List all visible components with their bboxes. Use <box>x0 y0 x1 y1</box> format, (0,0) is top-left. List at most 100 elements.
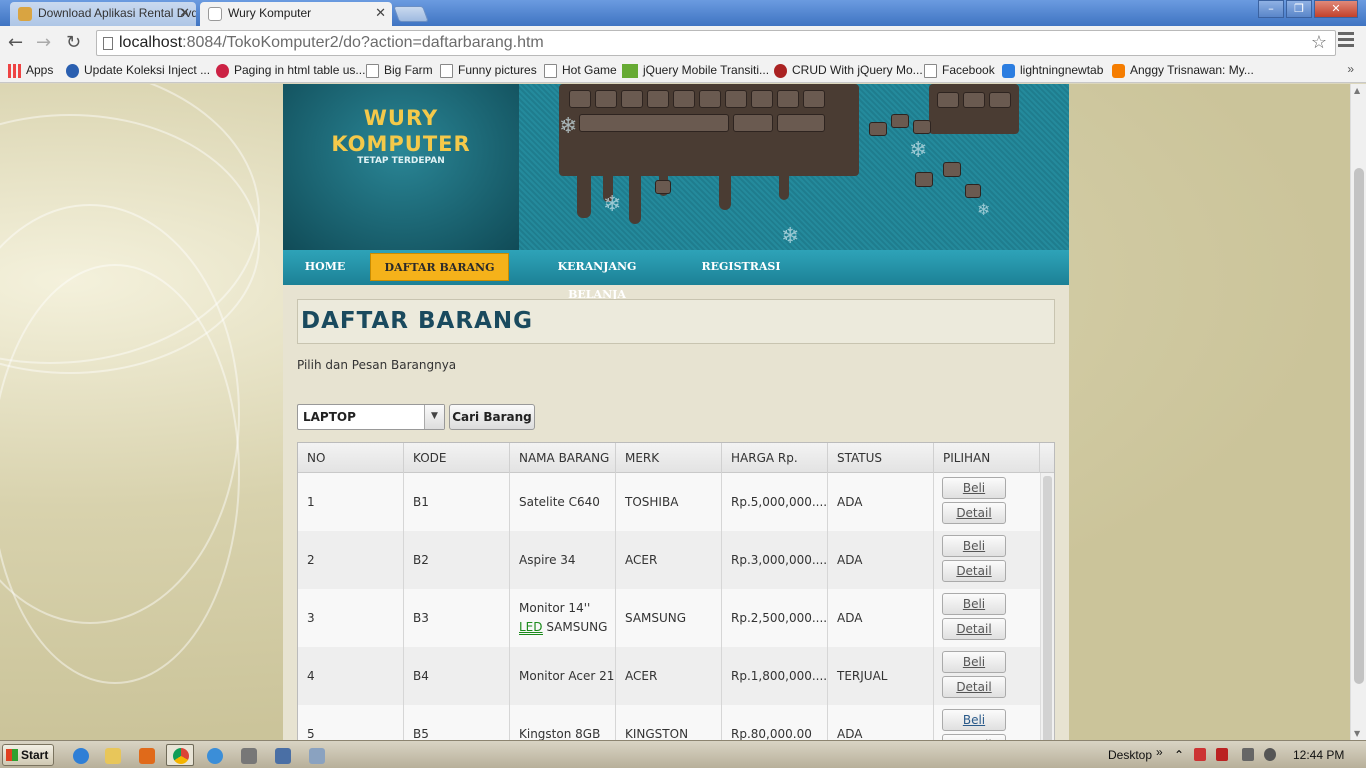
close-icon[interactable]: ✕ <box>179 5 190 21</box>
cell-status: ADA <box>828 473 934 531</box>
more-bookmarks-icon[interactable]: » <box>1347 62 1354 76</box>
chrome-taskbar-icon[interactable] <box>166 744 194 766</box>
nav-keranjang-belanja[interactable]: KERANJANG BELANJA <box>527 253 667 301</box>
column-header-no[interactable]: NO <box>298 443 404 473</box>
nav-registrasi[interactable]: REGISTRASI <box>695 253 787 281</box>
column-header-kode[interactable]: KODE <box>404 443 510 473</box>
column-header-harga[interactable]: HARGA Rp. <box>722 443 828 473</box>
reload-icon[interactable]: ↻ <box>66 32 81 53</box>
column-header-nama-barang[interactable]: NAMA BARANG <box>510 443 616 473</box>
volume-icon[interactable] <box>1264 748 1276 761</box>
buy-button[interactable]: Beli <box>942 593 1006 615</box>
page-scrollbar-thumb[interactable] <box>1354 168 1364 684</box>
close-icon[interactable]: ✕ <box>375 5 386 21</box>
media-player-icon[interactable] <box>132 744 160 766</box>
bookmark-facebook[interactable]: Facebook <box>924 63 995 78</box>
bookmark-funny-pictures[interactable]: Funny pictures <box>440 63 537 78</box>
nav-home[interactable]: HOME <box>297 253 353 281</box>
category-select[interactable]: LAPTOP ▼ <box>297 404 445 430</box>
chrome-menu-icon[interactable] <box>1338 32 1354 50</box>
bookmark-crud-jquery[interactable]: CRUD With jQuery Mo... <box>774 63 923 78</box>
nav-daftar-barang[interactable]: DAFTAR BARANG <box>370 253 509 281</box>
site-icon <box>216 64 229 78</box>
key-graphic <box>655 180 671 194</box>
back-arrow-icon[interactable]: ← <box>8 32 23 53</box>
buy-button[interactable]: Beli <box>942 651 1006 673</box>
cell-nama-line1: Monitor 14'' <box>519 601 591 615</box>
cell-status: ADA <box>828 531 934 589</box>
table-row: 4 B4 Monitor Acer 21 ACER Rp.1,800,000..… <box>298 647 1040 705</box>
page-subtitle: Pilih dan Pesan Barangnya <box>297 358 457 372</box>
app-taskbar-icon[interactable] <box>234 744 262 766</box>
start-button[interactable]: Start <box>2 744 54 766</box>
app-taskbar-icon[interactable] <box>302 744 330 766</box>
bookmark-label: jQuery Mobile Transiti... <box>643 63 770 77</box>
bookmark-label: lightningnewtab <box>1020 63 1104 77</box>
table-scrollbar-thumb[interactable] <box>1043 476 1052 740</box>
led-link[interactable]: LED <box>519 620 543 635</box>
chevron-down-icon[interactable]: ▼ <box>424 405 444 429</box>
cell-nama-barang: Satelite C640 <box>510 473 616 531</box>
page-scrollbar[interactable]: ▲ ▼ <box>1350 84 1366 740</box>
detail-button[interactable]: Detail <box>942 618 1006 640</box>
key-graphic <box>725 90 747 108</box>
browser-toolbar: ← → ↻ localhost:8084/TokoKomputer2/do?ac… <box>0 26 1366 60</box>
start-label: Start <box>21 748 49 762</box>
tray-app-icon[interactable] <box>1242 748 1254 761</box>
restore-icon[interactable]: ❐ <box>1286 0 1312 18</box>
category-select-value: LAPTOP <box>303 410 356 424</box>
cell-status: ADA <box>828 589 934 647</box>
new-tab-button[interactable] <box>393 6 429 22</box>
column-header-status[interactable]: STATUS <box>828 443 934 473</box>
expand-toolbar-icon[interactable]: » <box>1156 745 1163 759</box>
app-taskbar-icon[interactable] <box>268 744 296 766</box>
tray-app-icon[interactable] <box>1216 748 1228 761</box>
tab-download-aplikasi[interactable]: Download Aplikasi Rental Dvd ✕ <box>10 2 196 26</box>
key-graphic <box>869 122 887 136</box>
scroll-down-icon[interactable]: ▼ <box>1354 729 1360 738</box>
tray-app-icon[interactable] <box>1194 748 1206 761</box>
search-button[interactable]: Cari Barang <box>449 404 535 430</box>
network-icon[interactable] <box>200 744 228 766</box>
bookmark-jquery-mobile[interactable]: jQuery Mobile Transiti... <box>622 63 770 78</box>
bookmark-lightningnewtab[interactable]: lightningnewtab <box>1002 63 1104 78</box>
bookmark-big-farm[interactable]: Big Farm <box>366 63 433 78</box>
bookmark-update-koleksi[interactable]: Update Koleksi Inject ... <box>66 63 210 78</box>
table-row: 3 B3 Monitor 14'' LED SAMSUNG SAMSUNG Rp… <box>298 589 1040 647</box>
table-scrollbar[interactable] <box>1040 473 1054 740</box>
close-window-icon[interactable]: ✕ <box>1314 0 1358 18</box>
buy-button[interactable]: Beli <box>942 709 1006 731</box>
bookmarks-bar: Apps Update Koleksi Inject ... Paging in… <box>0 60 1366 83</box>
column-header-merk[interactable]: MERK <box>616 443 722 473</box>
forward-arrow-icon[interactable]: → <box>36 32 51 53</box>
key-graphic <box>937 92 959 108</box>
scroll-up-icon[interactable]: ▲ <box>1354 86 1360 95</box>
bookmark-anggy-trisnawan[interactable]: Anggy Trisnawan: My... <box>1112 63 1254 78</box>
detail-button[interactable]: Detail <box>942 560 1006 582</box>
background-swirl <box>0 264 240 684</box>
main-nav: HOME DAFTAR BARANG KERANJANG BELANJA REG… <box>283 250 1069 301</box>
desktop-toolbar-label[interactable]: Desktop <box>1108 748 1152 762</box>
page-container: WURY KOMPUTER TETAP TERDEPAN ❄ ❄ ❄ ❄ ❄ H… <box>283 84 1069 740</box>
key-graphic <box>751 90 773 108</box>
show-hidden-icons-icon[interactable]: ⌃ <box>1174 748 1186 762</box>
tab-wury-komputer[interactable]: Wury Komputer ✕ <box>200 2 392 26</box>
bookmark-apps[interactable]: Apps <box>8 63 53 78</box>
address-bar[interactable]: localhost:8084/TokoKomputer2/do?action=d… <box>96 30 1336 56</box>
clock[interactable]: 12:44 PM <box>1293 748 1344 762</box>
bookmark-star-icon[interactable]: ☆ <box>1311 32 1327 53</box>
buy-button[interactable]: Beli <box>942 535 1006 557</box>
minimize-icon[interactable]: – <box>1258 0 1284 18</box>
buy-button[interactable]: Beli <box>942 477 1006 499</box>
bookmark-label: Facebook <box>942 63 995 77</box>
page-icon <box>366 64 379 78</box>
bookmark-paging-html[interactable]: Paging in html table us... <box>216 63 365 78</box>
column-header-pilihan[interactable]: PILIHAN <box>934 443 1040 473</box>
detail-button[interactable]: Detail <box>942 502 1006 524</box>
detail-button[interactable]: Detail <box>942 676 1006 698</box>
file-explorer-icon[interactable] <box>98 744 126 766</box>
bookmark-hot-game[interactable]: Hot Game <box>544 63 617 78</box>
internet-explorer-icon[interactable] <box>66 744 94 766</box>
cell-pilihan: Beli Detail <box>934 705 1040 740</box>
key-graphic <box>595 90 617 108</box>
